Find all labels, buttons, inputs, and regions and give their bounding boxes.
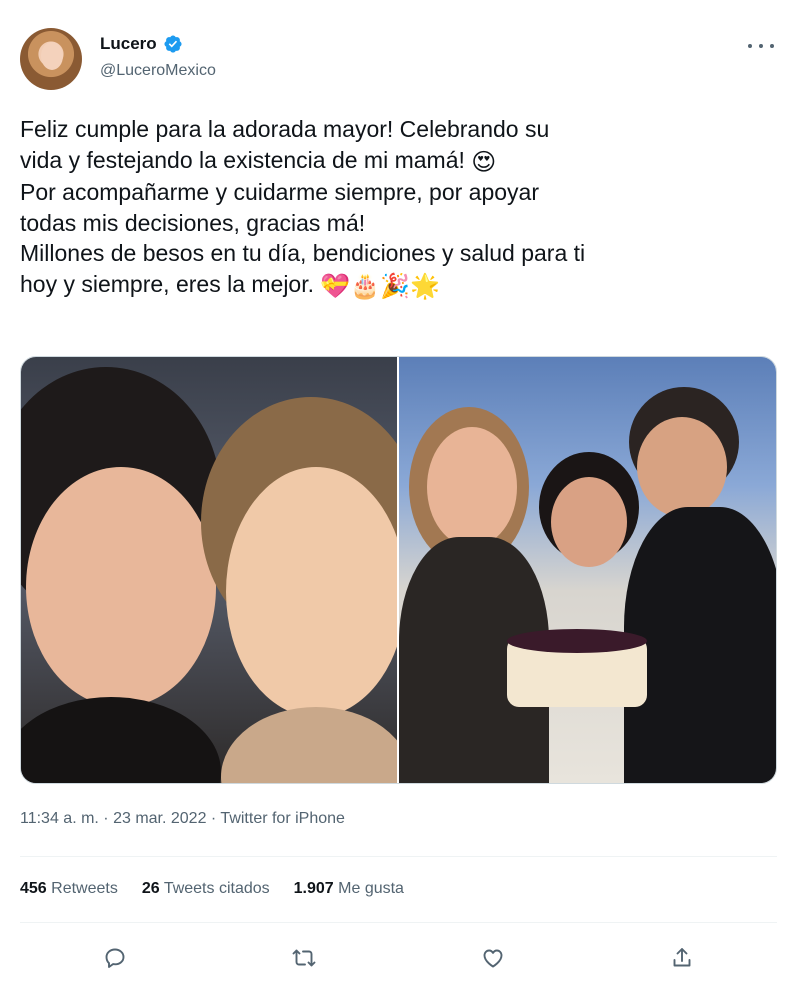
retweets-stat[interactable]: 456 Retweets [20,880,118,898]
avatar[interactable] [20,28,82,90]
gift-heart-emoji: 💝 [320,271,351,300]
photo-mother-daughter[interactable] [21,357,397,783]
tweet-source[interactable]: Twitter for iPhone [220,810,345,827]
reply-icon [105,948,125,968]
likes-count: 1.907 [293,880,334,897]
tweet-time[interactable]: 11:34 a. m. [20,810,99,827]
name-row: Lucero [100,34,183,54]
tweet-line: Por acompañarme y cuidarme siempre, por … [20,179,540,205]
tweet-stats: 456 Retweets 26 Tweets citados 1.907 Me … [20,880,404,898]
tweet-date[interactable]: 23 mar. 2022 [113,810,206,827]
likes-label: Me gusta [338,880,404,897]
retweets-label: Retweets [51,880,118,897]
verified-badge-icon [163,34,183,54]
user-handle[interactable]: @LuceroMexico [100,62,216,80]
quotes-count: 26 [141,880,160,897]
retweet-icon [292,949,316,967]
tweet-line-text: vida y festejando la existencia de mi ma… [20,146,465,173]
tweet-header: Lucero @LuceroMexico [20,26,780,96]
media-grid [20,356,777,784]
photo-birthday-cake[interactable] [399,357,776,783]
retweets-count: 456 [20,880,47,897]
tweet-line: Millones de besos en tu día, bendiciones… [20,240,586,266]
tweet-line: Feliz cumple para la adorada mayor! Cele… [20,116,550,142]
cake-emoji: 🎂 [350,271,381,300]
tweet-line: hoy y siempre, eres la mejor. 💝🎂🎉🌟 [20,269,790,302]
divider [20,856,777,857]
tweet-line-text: hoy y siempre, eres la mejor. [20,270,315,297]
more-icon[interactable] [748,36,774,56]
tweet-text: Feliz cumple para la adorada mayor! Cele… [20,114,790,301]
star-emoji: 🌟 [410,271,440,300]
likes-stat[interactable]: 1.907 Me gusta [294,880,404,898]
divider [20,922,777,923]
user-name[interactable]: Lucero [100,34,157,54]
heart-eyes-emoji: 😍 [471,147,497,176]
reply-button[interactable] [95,938,135,978]
tweet-meta: 11:34 a. m. · 23 mar. 2022 · Twitter for… [20,810,345,827]
party-popper-emoji: 🎉 [380,271,411,300]
quotes-label: Tweets citados [163,880,270,897]
share-icon [673,948,691,967]
like-button[interactable] [473,938,513,978]
tweet-line: todas mis decisiones, gracias má! [20,209,366,236]
tweet-line: vida y festejando la existencia de mi ma… [20,145,790,178]
like-icon [483,949,503,968]
share-button[interactable] [662,938,702,978]
retweet-button[interactable] [284,938,324,978]
quotes-stat[interactable]: 26 Tweets citados [142,880,270,898]
action-bar [20,938,777,978]
